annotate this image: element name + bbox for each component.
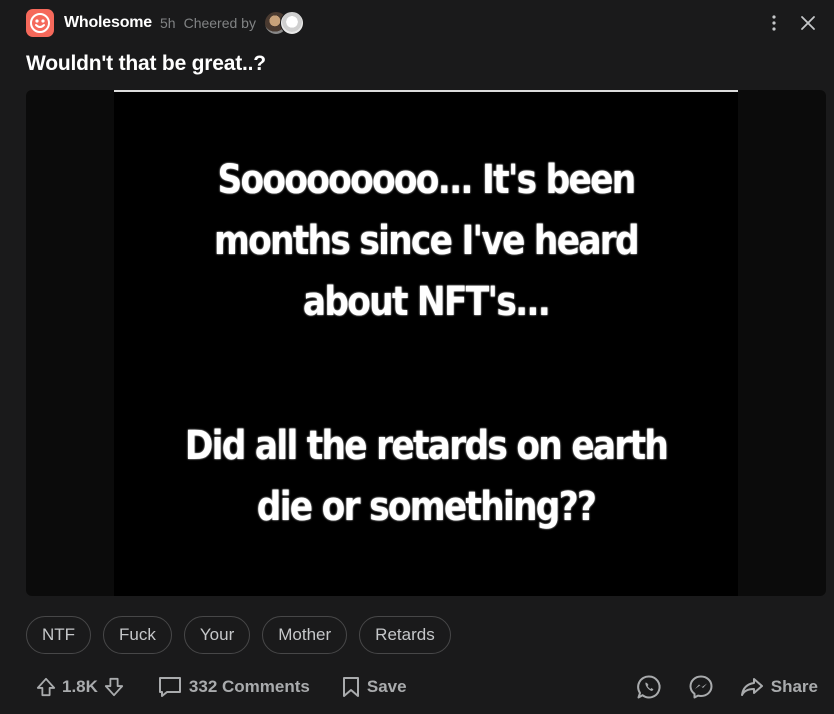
downvote-icon[interactable]: [104, 677, 124, 697]
comment-icon: [158, 676, 182, 698]
vote-count: 1.8K: [62, 677, 98, 696]
vote-group: 1.8K: [36, 677, 124, 697]
community-name[interactable]: Wholesome: [64, 14, 152, 32]
upvote-icon[interactable]: [36, 677, 56, 697]
cheered-by-label: Cheered by: [183, 15, 256, 31]
tag-list: NTF Fuck Your Mother Retards: [26, 616, 451, 654]
cheered-avatars[interactable]: [263, 11, 304, 35]
share-button[interactable]: Share: [740, 677, 818, 697]
header-actions: [764, 13, 818, 33]
meme-text-bottom: Did all the retards on earth die or some…: [158, 416, 695, 538]
meme-line: Sooooooooo... It's been: [217, 157, 636, 203]
share-label: Share: [770, 677, 818, 696]
image-border: [114, 90, 738, 92]
bookmark-icon: [342, 676, 360, 698]
tag-chip[interactable]: NTF: [26, 616, 92, 654]
avatar: [279, 11, 304, 35]
meme-text-top: Sooooooooo... It's been months since I'v…: [158, 150, 695, 333]
close-icon[interactable]: [798, 13, 818, 33]
messenger-icon[interactable]: [688, 674, 714, 700]
meme-line: Did all the retards on earth: [184, 423, 669, 469]
comments-button[interactable]: 332 Comments: [158, 676, 310, 698]
save-label: Save: [366, 677, 407, 696]
share-actions: Share: [636, 674, 818, 700]
tag-chip[interactable]: Mother: [262, 616, 348, 654]
meme-line: months since I've heard: [214, 218, 640, 264]
tag-chip[interactable]: Fuck: [103, 616, 172, 654]
post-time: 5h: [160, 15, 176, 31]
post-image[interactable]: Sooooooooo... It's been months since I'v…: [26, 90, 826, 596]
post-card: Wholesome 5h Cheered by Wouldn't that be: [0, 0, 834, 714]
save-button[interactable]: Save: [342, 676, 407, 698]
share-icon: [740, 677, 764, 697]
tag-chip[interactable]: Retards: [359, 616, 451, 654]
meme-line: die or something??: [256, 484, 597, 530]
meme-line: about NFT's...: [302, 279, 551, 325]
whatsapp-icon[interactable]: [636, 674, 662, 700]
more-vertical-icon[interactable]: [764, 13, 784, 33]
wholesome-face-icon[interactable]: [26, 9, 54, 37]
tag-chip[interactable]: Your: [183, 616, 251, 654]
post-header: Wholesome 5h Cheered by: [26, 8, 818, 38]
comments-label: 332 Comments: [188, 677, 310, 696]
meme-image: Sooooooooo... It's been months since I'v…: [114, 90, 738, 596]
action-bar: 1.8K 332 Comments Save Share: [36, 670, 818, 704]
post-title[interactable]: Wouldn't that be great..?: [26, 52, 266, 76]
